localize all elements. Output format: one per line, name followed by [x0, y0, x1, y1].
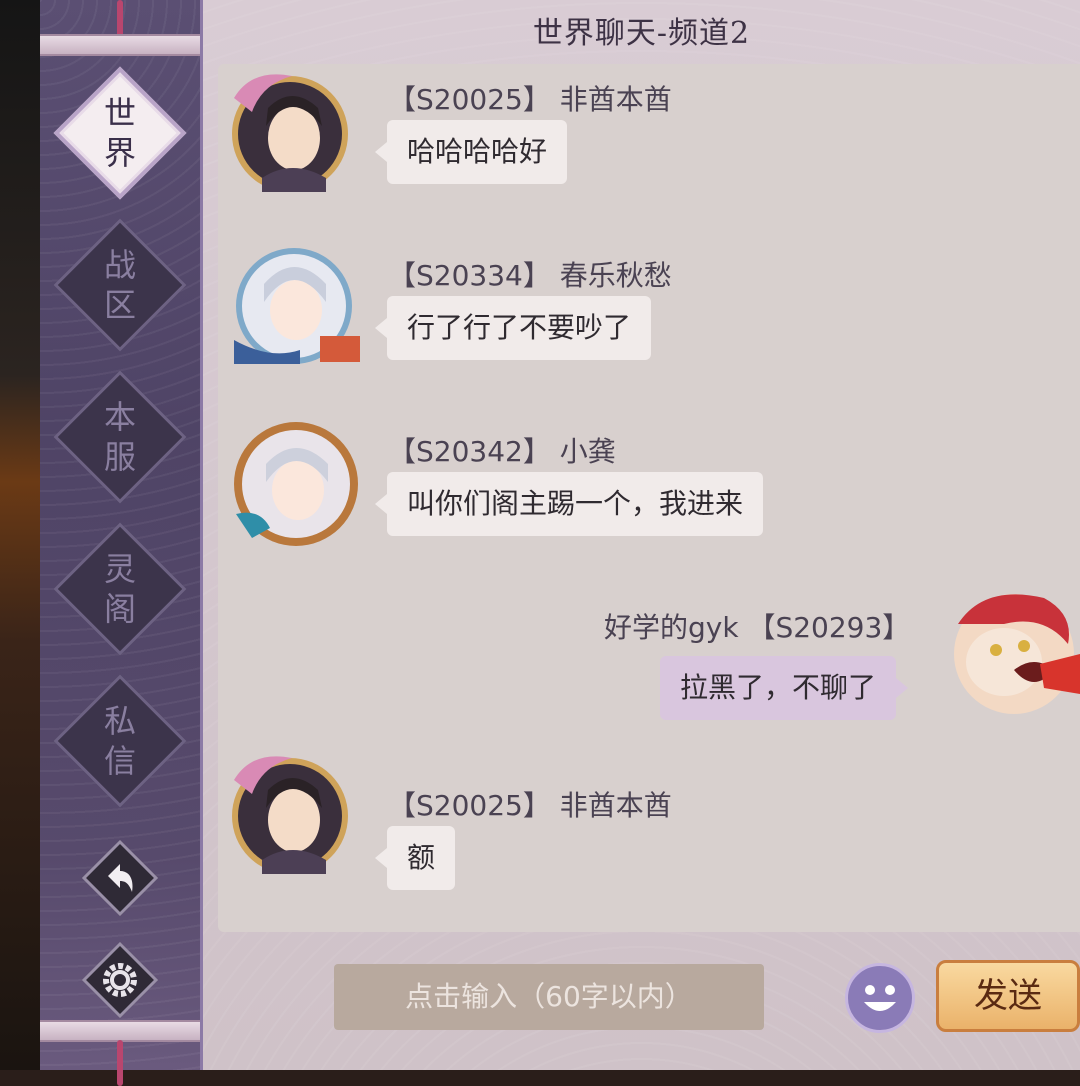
tab-label: 战 区 — [53, 218, 187, 352]
tab-label-char: 信 — [103, 742, 136, 780]
message-input[interactable]: 点击输入（60字以内） — [334, 964, 764, 1030]
avatar[interactable] — [222, 68, 354, 200]
avatar[interactable] — [230, 418, 362, 550]
gear-icon — [80, 940, 160, 1020]
tab-label-char: 世 — [103, 94, 136, 132]
scroll-rail-top — [40, 34, 200, 56]
smiley-icon — [864, 985, 896, 1011]
tab-label-char: 界 — [103, 134, 136, 172]
scroll-rail-bottom — [40, 1020, 200, 1042]
tab-label: 灵 阁 — [53, 522, 187, 656]
tab-label-char: 阁 — [103, 590, 136, 628]
scroll-rod-bottom — [117, 1040, 123, 1086]
sender-info[interactable]: 【S20025】 非酋本酋 — [388, 78, 672, 118]
tab-label-char: 私 — [103, 702, 136, 740]
tab-label-char: 战 — [103, 246, 136, 284]
back-arrow-icon — [80, 838, 160, 918]
tab-label-char: 本 — [103, 398, 136, 436]
message-bubble[interactable]: 叫你们阁主踢一个，我进来 — [374, 472, 764, 536]
tab-label: 本 服 — [53, 370, 187, 504]
avatar[interactable] — [944, 584, 1080, 716]
tab-label-char: 灵 — [103, 550, 136, 588]
message-bubble[interactable]: 哈哈哈哈好 — [374, 120, 568, 184]
tab-world[interactable]: 世 界 — [53, 66, 187, 200]
tab-guild[interactable]: 灵 阁 — [53, 522, 187, 656]
channel-title: 世界聊天-频道2 — [532, 16, 751, 51]
message-list[interactable]: 【S20025】 非酋本酋 哈哈哈哈好 【S20334】 春乐秋愁 行了行了不要… — [218, 64, 1080, 932]
channel-sidebar: 世 界 战 区 本 服 灵 阁 私 信 — [40, 0, 203, 1086]
message-bubble[interactable]: 行了行了不要吵了 — [374, 296, 652, 360]
message-bubble-own[interactable]: 拉黑了，不聊了 — [660, 656, 909, 720]
sender-info[interactable]: 【S20342】 小龚 — [388, 430, 616, 470]
message-bubble[interactable]: 额 — [374, 826, 456, 890]
tab-label: 世 界 — [53, 66, 187, 200]
settings-button[interactable] — [80, 940, 160, 1020]
sender-info[interactable]: 【S20025】 非酋本酋 — [388, 784, 672, 824]
background-strip — [0, 0, 40, 1070]
tab-battle-zone[interactable]: 战 区 — [53, 218, 187, 352]
tab-label-char: 服 — [103, 438, 136, 476]
tab-label: 私 信 — [53, 674, 187, 808]
sender-info[interactable]: 好学的gyk 【S20293】 — [604, 606, 910, 646]
send-button[interactable]: 发送 — [936, 960, 1080, 1032]
emoji-button[interactable] — [845, 963, 915, 1033]
tab-private-message[interactable]: 私 信 — [53, 674, 187, 808]
avatar[interactable] — [222, 750, 354, 882]
sender-info[interactable]: 【S20334】 春乐秋愁 — [388, 254, 672, 294]
chat-panel: 世界聊天-频道2 【S20025】 非酋本酋 哈哈哈哈好 【S20334】 春乐… — [203, 0, 1080, 1070]
tab-label-char: 区 — [103, 286, 136, 324]
tab-this-server[interactable]: 本 服 — [53, 370, 187, 504]
avatar[interactable] — [230, 240, 362, 372]
back-button[interactable] — [80, 838, 160, 918]
